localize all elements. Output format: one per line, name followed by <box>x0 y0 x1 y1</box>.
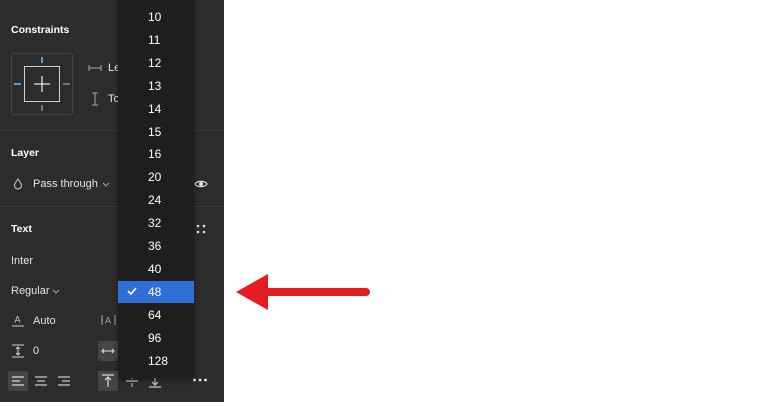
red-arrow-annotation <box>236 274 370 310</box>
auto-width-button[interactable] <box>98 341 118 361</box>
align-left-icon <box>12 376 24 386</box>
constraints-title: Constraints <box>11 24 70 36</box>
chevron-down-icon <box>52 289 60 294</box>
line-height-icon: A <box>12 315 24 327</box>
font-size-option[interactable]: 15 <box>118 121 194 143</box>
font-size-option-label: 40 <box>148 261 162 276</box>
more-options-icon[interactable] <box>192 376 208 384</box>
font-size-option-label: 10 <box>148 10 162 24</box>
text-styles-grid-icon[interactable] <box>195 223 207 235</box>
font-size-option-label: 20 <box>148 170 162 185</box>
font-size-option[interactable]: 24 <box>118 189 194 211</box>
blend-mode-drop-icon <box>13 178 23 190</box>
constraints-widget[interactable] <box>11 53 73 115</box>
font-size-option[interactable]: 14 <box>118 98 194 120</box>
letter-spacing-icon: A <box>101 315 116 326</box>
font-size-option-label: 32 <box>148 216 162 231</box>
font-size-option[interactable]: 20 <box>118 166 194 188</box>
auto-width-icon <box>101 348 115 354</box>
align-top-icon <box>102 374 114 387</box>
font-style-select[interactable]: Regular <box>11 285 50 297</box>
font-family-select[interactable]: Inter <box>11 255 33 267</box>
font-size-option[interactable]: 12 <box>118 52 194 74</box>
horizontal-constraint-icon <box>88 65 102 71</box>
align-right-icon[interactable] <box>54 371 74 391</box>
text-title: Text <box>11 223 32 235</box>
font-size-option-label: 15 <box>148 124 162 139</box>
font-size-option[interactable]: 16 <box>118 143 194 165</box>
constraints-cross-icon <box>14 57 70 111</box>
align-top-button[interactable] <box>98 371 118 391</box>
svg-text:A: A <box>105 316 111 326</box>
vertical-constraint-icon <box>92 92 98 106</box>
chevron-down-icon <box>102 182 110 187</box>
font-size-option[interactable]: 10 <box>118 6 194 28</box>
layer-title: Layer <box>11 147 40 159</box>
font-size-option-label: 48 <box>148 284 162 299</box>
font-size-option-label: 64 <box>148 307 162 322</box>
align-center-icon[interactable] <box>31 371 51 391</box>
font-size-option-label: 96 <box>148 330 162 345</box>
font-size-option[interactable]: 36 <box>118 235 194 257</box>
align-left-button[interactable] <box>8 371 28 391</box>
font-size-option[interactable]: 64 <box>118 304 194 326</box>
paragraph-spacing-icon <box>12 344 24 358</box>
font-size-option[interactable]: 11 <box>118 29 194 51</box>
font-size-option-label: 14 <box>148 101 162 116</box>
paragraph-spacing-input[interactable]: 0 <box>33 345 39 357</box>
font-size-option-label: 36 <box>148 239 162 253</box>
font-size-option-label: 12 <box>148 55 162 70</box>
font-size-option[interactable]: 96 <box>118 327 194 349</box>
blend-mode-select[interactable]: Pass through <box>33 178 98 190</box>
font-size-option[interactable]: 13 <box>118 75 194 97</box>
font-size-option[interactable]: 32 <box>118 212 194 234</box>
font-size-option-label: 13 <box>148 78 162 93</box>
font-size-option-label: 11 <box>148 32 161 47</box>
font-size-option[interactable]: 40 <box>118 258 194 280</box>
eye-icon[interactable] <box>194 178 208 190</box>
font-size-option-label: 24 <box>148 193 162 208</box>
font-size-option-label: 128 <box>148 353 169 368</box>
font-size-option[interactable]: 128 <box>118 350 194 372</box>
line-height-input[interactable]: Auto <box>33 315 56 327</box>
svg-text:A: A <box>15 315 21 325</box>
font-size-dropdown[interactable]: 10 11 12 13 14 15 16 20 24 32 36 40 48 64 96 128 <box>118 0 194 378</box>
font-size-option[interactable]: 48 <box>118 280 194 303</box>
checkmark-icon <box>127 287 137 295</box>
font-size-option-label: 16 <box>148 147 162 162</box>
